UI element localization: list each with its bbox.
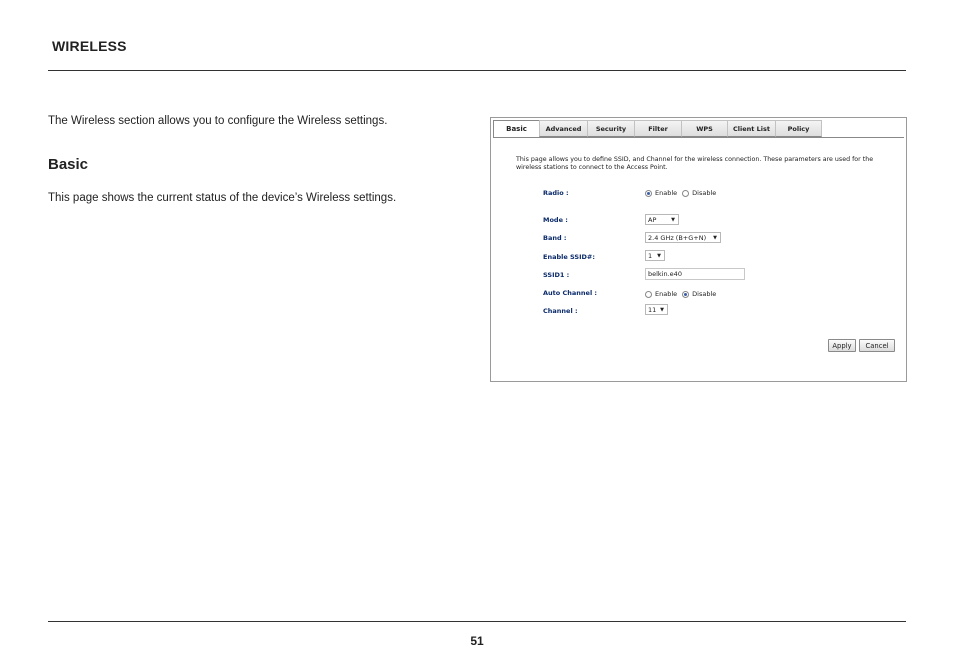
tab-advanced[interactable]: Advanced [539,120,588,137]
enable-ssid-select[interactable]: 1 ▼ [645,250,665,261]
band-select[interactable]: 2.4 GHz (B+G+N) ▼ [645,232,721,243]
page-number: 51 [470,634,484,648]
header-rule [48,70,906,71]
tab-policy[interactable]: Policy [775,120,822,137]
auto-channel-options: Enable Disable [645,290,721,298]
auto-channel-enable-label: Enable [655,290,678,298]
radio-enable-option[interactable] [645,189,652,197]
radio-enable-label: Enable [655,189,678,197]
mode-label: Mode : [543,216,568,224]
chevron-down-icon: ▼ [671,216,675,223]
auto-channel-disable-label: Disable [692,290,717,298]
footer-rule [48,621,906,622]
tab-wps[interactable]: WPS [681,120,728,137]
apply-button[interactable]: Apply [828,339,856,352]
chevron-down-icon: ▼ [713,234,717,241]
chevron-down-icon: ▼ [660,306,664,313]
tab-underline [493,137,904,138]
basic-description: This page shows the current status of th… [48,192,397,204]
auto-channel-label: Auto Channel : [543,289,598,297]
ssid1-label: SSID1 : [543,271,570,279]
page-description: This page allows you to define SSID, and… [516,156,874,171]
band-value: 2.4 GHz (B+G+N) [648,233,707,242]
ssid1-input[interactable]: belkin.e40 [645,268,745,280]
radio-disable-label: Disable [692,189,717,197]
tab-filter[interactable]: Filter [634,120,682,137]
wireless-basic-screenshot: Basic Advanced Security Filter WPS Clien… [490,117,907,382]
channel-value: 11 [648,305,657,314]
radio-disable-option[interactable] [682,189,690,197]
enable-ssid-value: 1 [648,251,653,260]
cancel-button[interactable]: Cancel [859,339,895,352]
band-label: Band : [543,234,567,242]
channel-label: Channel : [543,307,578,315]
tab-security[interactable]: Security [587,120,635,137]
auto-channel-enable-option[interactable] [645,290,652,298]
intro-text: The Wireless section allows you to confi… [48,115,388,127]
mode-value: AP [648,215,657,224]
section-title: WIRELESS [52,38,127,54]
basic-heading: Basic [48,156,89,173]
radio-options: Enable Disable [645,189,721,197]
tab-basic[interactable]: Basic [493,120,540,138]
tab-client-list[interactable]: Client List [727,120,776,137]
tab-bar: Basic Advanced Security Filter WPS Clien… [493,120,822,138]
radio-label: Radio : [543,189,569,197]
channel-select[interactable]: 11 ▼ [645,304,668,315]
mode-select[interactable]: AP ▼ [645,214,679,225]
auto-channel-disable-option[interactable] [682,290,690,298]
enable-ssid-label: Enable SSID#: [543,253,595,261]
chevron-down-icon: ▼ [657,252,661,259]
